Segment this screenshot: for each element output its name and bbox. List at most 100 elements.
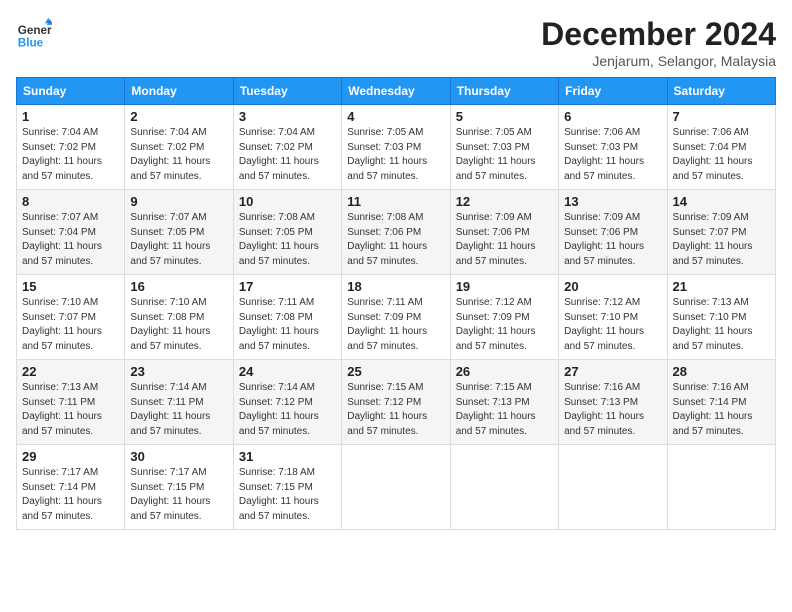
day-number: 23 [130, 364, 227, 379]
page-header: General Blue December 2024 Jenjarum, Sel… [16, 16, 776, 69]
calendar-cell: 15 Sunrise: 7:10 AM Sunset: 7:07 PM Dayl… [17, 275, 125, 360]
day-number: 14 [673, 194, 770, 209]
day-number: 2 [130, 109, 227, 124]
calendar-cell: 12 Sunrise: 7:09 AM Sunset: 7:06 PM Dayl… [450, 190, 558, 275]
day-info: Sunrise: 7:09 AM Sunset: 7:07 PM Dayligh… [673, 211, 770, 269]
calendar-cell: 16 Sunrise: 7:10 AM Sunset: 7:08 PM Dayl… [125, 275, 233, 360]
calendar-cell: 21 Sunrise: 7:13 AM Sunset: 7:10 PM Dayl… [667, 275, 775, 360]
day-number: 12 [456, 194, 553, 209]
day-number: 26 [456, 364, 553, 379]
calendar-cell: 7 Sunrise: 7:06 AM Sunset: 7:04 PM Dayli… [667, 105, 775, 190]
calendar-cell: 11 Sunrise: 7:08 AM Sunset: 7:06 PM Dayl… [342, 190, 450, 275]
calendar-cell: 30 Sunrise: 7:17 AM Sunset: 7:15 PM Dayl… [125, 445, 233, 530]
day-info: Sunrise: 7:17 AM Sunset: 7:15 PM Dayligh… [130, 466, 227, 524]
day-number: 7 [673, 109, 770, 124]
calendar-cell: 25 Sunrise: 7:15 AM Sunset: 7:12 PM Dayl… [342, 360, 450, 445]
day-info: Sunrise: 7:09 AM Sunset: 7:06 PM Dayligh… [564, 211, 661, 269]
location-subtitle: Jenjarum, Selangor, Malaysia [541, 53, 776, 69]
day-number: 9 [130, 194, 227, 209]
calendar-cell: 26 Sunrise: 7:15 AM Sunset: 7:13 PM Dayl… [450, 360, 558, 445]
calendar-cell: 23 Sunrise: 7:14 AM Sunset: 7:11 PM Dayl… [125, 360, 233, 445]
calendar-cell: 6 Sunrise: 7:06 AM Sunset: 7:03 PM Dayli… [559, 105, 667, 190]
calendar-table: SundayMondayTuesdayWednesdayThursdayFrid… [16, 77, 776, 530]
calendar-cell: 14 Sunrise: 7:09 AM Sunset: 7:07 PM Dayl… [667, 190, 775, 275]
day-info: Sunrise: 7:11 AM Sunset: 7:09 PM Dayligh… [347, 296, 444, 354]
logo: General Blue [16, 16, 52, 52]
calendar-cell: 20 Sunrise: 7:12 AM Sunset: 7:10 PM Dayl… [559, 275, 667, 360]
day-number: 3 [239, 109, 336, 124]
day-info: Sunrise: 7:14 AM Sunset: 7:11 PM Dayligh… [130, 381, 227, 439]
day-info: Sunrise: 7:15 AM Sunset: 7:12 PM Dayligh… [347, 381, 444, 439]
weekday-header-wednesday: Wednesday [342, 78, 450, 105]
day-number: 29 [22, 449, 119, 464]
day-info: Sunrise: 7:07 AM Sunset: 7:04 PM Dayligh… [22, 211, 119, 269]
weekday-header-friday: Friday [559, 78, 667, 105]
day-number: 16 [130, 279, 227, 294]
day-info: Sunrise: 7:15 AM Sunset: 7:13 PM Dayligh… [456, 381, 553, 439]
day-info: Sunrise: 7:04 AM Sunset: 7:02 PM Dayligh… [239, 126, 336, 184]
calendar-cell [450, 445, 558, 530]
calendar-cell: 1 Sunrise: 7:04 AM Sunset: 7:02 PM Dayli… [17, 105, 125, 190]
calendar-cell: 2 Sunrise: 7:04 AM Sunset: 7:02 PM Dayli… [125, 105, 233, 190]
day-info: Sunrise: 7:08 AM Sunset: 7:06 PM Dayligh… [347, 211, 444, 269]
calendar-cell: 28 Sunrise: 7:16 AM Sunset: 7:14 PM Dayl… [667, 360, 775, 445]
calendar-cell: 13 Sunrise: 7:09 AM Sunset: 7:06 PM Dayl… [559, 190, 667, 275]
day-info: Sunrise: 7:05 AM Sunset: 7:03 PM Dayligh… [456, 126, 553, 184]
calendar-cell: 22 Sunrise: 7:13 AM Sunset: 7:11 PM Dayl… [17, 360, 125, 445]
calendar-cell: 8 Sunrise: 7:07 AM Sunset: 7:04 PM Dayli… [17, 190, 125, 275]
calendar-cell: 9 Sunrise: 7:07 AM Sunset: 7:05 PM Dayli… [125, 190, 233, 275]
day-number: 11 [347, 194, 444, 209]
calendar-cell: 4 Sunrise: 7:05 AM Sunset: 7:03 PM Dayli… [342, 105, 450, 190]
day-number: 20 [564, 279, 661, 294]
day-number: 18 [347, 279, 444, 294]
day-number: 24 [239, 364, 336, 379]
day-info: Sunrise: 7:12 AM Sunset: 7:10 PM Dayligh… [564, 296, 661, 354]
calendar-cell: 5 Sunrise: 7:05 AM Sunset: 7:03 PM Dayli… [450, 105, 558, 190]
day-number: 13 [564, 194, 661, 209]
day-info: Sunrise: 7:14 AM Sunset: 7:12 PM Dayligh… [239, 381, 336, 439]
calendar-cell: 10 Sunrise: 7:08 AM Sunset: 7:05 PM Dayl… [233, 190, 341, 275]
day-number: 1 [22, 109, 119, 124]
calendar-cell [667, 445, 775, 530]
day-number: 8 [22, 194, 119, 209]
day-number: 15 [22, 279, 119, 294]
calendar-week-2: 8 Sunrise: 7:07 AM Sunset: 7:04 PM Dayli… [17, 190, 776, 275]
weekday-header-thursday: Thursday [450, 78, 558, 105]
day-number: 10 [239, 194, 336, 209]
day-number: 5 [456, 109, 553, 124]
day-number: 22 [22, 364, 119, 379]
day-number: 17 [239, 279, 336, 294]
weekday-header-monday: Monday [125, 78, 233, 105]
day-info: Sunrise: 7:13 AM Sunset: 7:11 PM Dayligh… [22, 381, 119, 439]
svg-text:Blue: Blue [18, 37, 44, 50]
calendar-cell: 27 Sunrise: 7:16 AM Sunset: 7:13 PM Dayl… [559, 360, 667, 445]
day-info: Sunrise: 7:18 AM Sunset: 7:15 PM Dayligh… [239, 466, 336, 524]
day-info: Sunrise: 7:06 AM Sunset: 7:04 PM Dayligh… [673, 126, 770, 184]
calendar-cell [559, 445, 667, 530]
day-info: Sunrise: 7:13 AM Sunset: 7:10 PM Dayligh… [673, 296, 770, 354]
day-info: Sunrise: 7:16 AM Sunset: 7:14 PM Dayligh… [673, 381, 770, 439]
day-number: 21 [673, 279, 770, 294]
calendar-cell: 19 Sunrise: 7:12 AM Sunset: 7:09 PM Dayl… [450, 275, 558, 360]
calendar-cell: 17 Sunrise: 7:11 AM Sunset: 7:08 PM Dayl… [233, 275, 341, 360]
calendar-cell: 24 Sunrise: 7:14 AM Sunset: 7:12 PM Dayl… [233, 360, 341, 445]
day-number: 30 [130, 449, 227, 464]
calendar-week-1: 1 Sunrise: 7:04 AM Sunset: 7:02 PM Dayli… [17, 105, 776, 190]
day-info: Sunrise: 7:09 AM Sunset: 7:06 PM Dayligh… [456, 211, 553, 269]
day-info: Sunrise: 7:08 AM Sunset: 7:05 PM Dayligh… [239, 211, 336, 269]
day-info: Sunrise: 7:11 AM Sunset: 7:08 PM Dayligh… [239, 296, 336, 354]
svg-text:General: General [18, 24, 52, 37]
day-info: Sunrise: 7:07 AM Sunset: 7:05 PM Dayligh… [130, 211, 227, 269]
weekday-header-sunday: Sunday [17, 78, 125, 105]
calendar-week-3: 15 Sunrise: 7:10 AM Sunset: 7:07 PM Dayl… [17, 275, 776, 360]
calendar-cell: 18 Sunrise: 7:11 AM Sunset: 7:09 PM Dayl… [342, 275, 450, 360]
day-number: 25 [347, 364, 444, 379]
weekday-header-row: SundayMondayTuesdayWednesdayThursdayFrid… [17, 78, 776, 105]
day-info: Sunrise: 7:05 AM Sunset: 7:03 PM Dayligh… [347, 126, 444, 184]
day-info: Sunrise: 7:17 AM Sunset: 7:14 PM Dayligh… [22, 466, 119, 524]
day-info: Sunrise: 7:04 AM Sunset: 7:02 PM Dayligh… [22, 126, 119, 184]
day-info: Sunrise: 7:04 AM Sunset: 7:02 PM Dayligh… [130, 126, 227, 184]
month-title: December 2024 [541, 16, 776, 53]
day-number: 28 [673, 364, 770, 379]
weekday-header-tuesday: Tuesday [233, 78, 341, 105]
